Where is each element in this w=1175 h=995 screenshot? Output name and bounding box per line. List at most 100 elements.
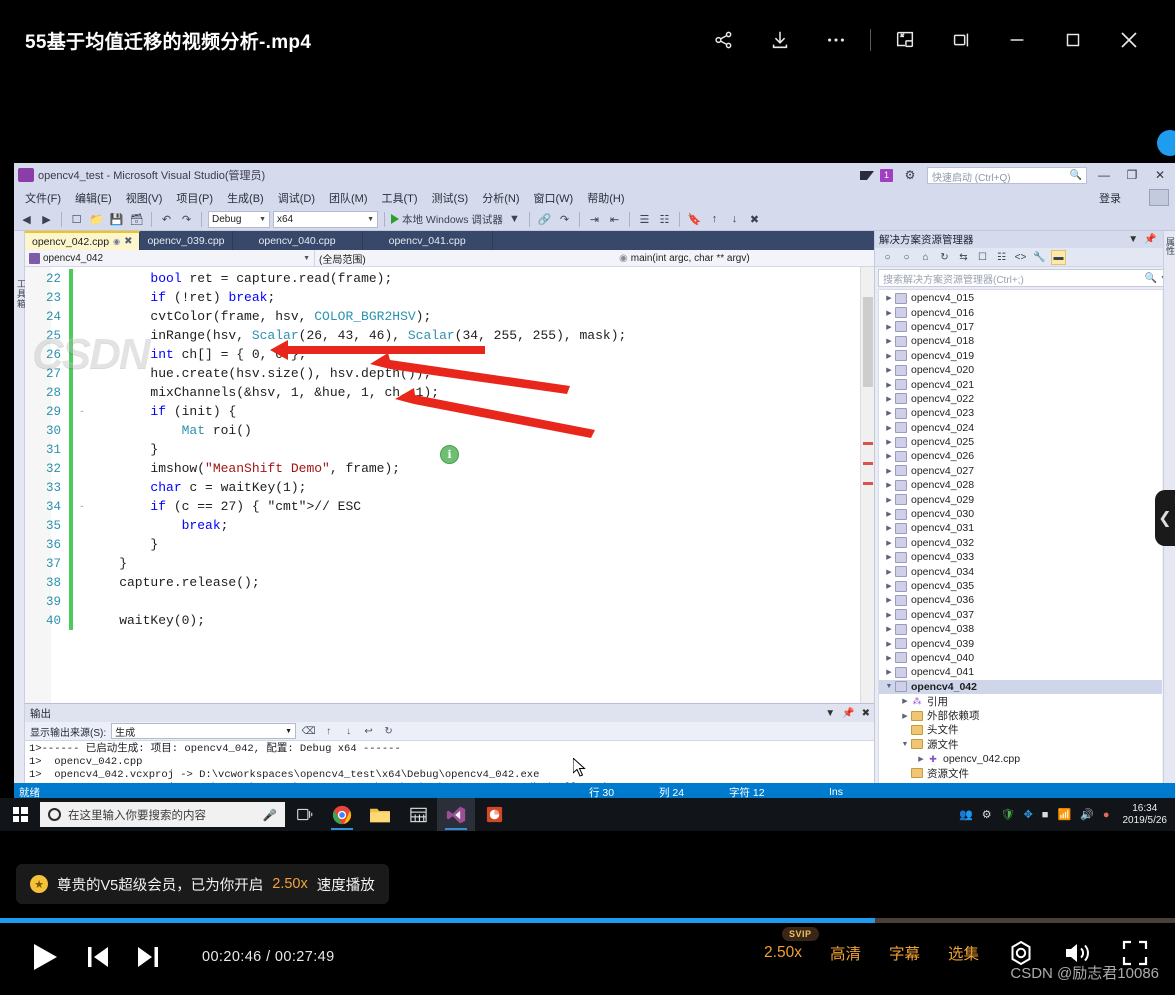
clear-bookmarks-icon[interactable]: ✖	[746, 211, 763, 228]
vs-close-button[interactable]: ✕	[1149, 166, 1171, 184]
quick-launch-input[interactable]: 快速启动 (Ctrl+Q) 🔍	[927, 166, 1087, 184]
code-line[interactable]: 37 }	[25, 554, 874, 573]
solution-tree-item[interactable]: ▶ opencv4_022	[879, 392, 1171, 406]
debug-target-chevron-icon[interactable]: ▼	[506, 211, 523, 228]
solution-tree-item[interactable]: ▶ opencv4_041	[879, 665, 1171, 679]
solution-tree-item[interactable]: ▶ opencv4_019	[879, 349, 1171, 363]
solution-tree-item[interactable]: ▶ opencv4_040	[879, 651, 1171, 665]
output-dropdown-icon[interactable]: ▼	[825, 708, 835, 719]
minimize-icon[interactable]	[989, 16, 1045, 64]
solution-tree-item[interactable]: ▶ opencv4_032	[879, 536, 1171, 550]
undo-icon[interactable]: ↶	[158, 211, 175, 228]
se-pin-icon[interactable]: 📌	[1144, 234, 1156, 245]
editor-tab-opencv-040[interactable]: opencv_040.cpp	[232, 231, 363, 250]
share-icon[interactable]	[696, 16, 752, 64]
more-options-icon[interactable]	[808, 16, 864, 64]
code-line[interactable]: 36 }	[25, 535, 874, 554]
account-avatar[interactable]	[1149, 189, 1169, 206]
back-navigate-icon[interactable]: ◀	[18, 211, 35, 228]
play-button[interactable]	[30, 941, 60, 973]
tree-expand-arrow[interactable]: ▶	[883, 409, 895, 417]
file-explorer-icon[interactable]	[361, 798, 399, 831]
subtitle-button[interactable]: 字幕	[889, 942, 920, 964]
menu-item-window[interactable]: 窗口(W)	[527, 188, 581, 208]
tree-expand-arrow[interactable]: ▶	[883, 309, 895, 317]
code-line[interactable]: 25 inRange(hsv, Scalar(26, 43, 46), Scal…	[25, 326, 874, 345]
output-close-icon[interactable]: ✖	[862, 708, 870, 719]
playback-speed-button[interactable]: 2.50x SVIP	[764, 927, 819, 962]
solution-explorer-tree[interactable]: ▶ opencv4_015 ▶ opencv4_016 ▶ opencv4_017 ▶ ope…	[878, 289, 1172, 794]
step-over-icon[interactable]: ↷	[556, 211, 573, 228]
code-line[interactable]: 28 mixChannels(&hsv, 1, &hue, 1, ch, 1);	[25, 383, 874, 402]
visual-studio-icon[interactable]	[437, 798, 475, 831]
uncomment-icon[interactable]: ☷	[656, 211, 673, 228]
sidebar-toggle-icon[interactable]	[933, 16, 989, 64]
tree-expand-arrow[interactable]: ▶	[883, 510, 895, 518]
solution-tree-item[interactable]: ▶ opencv4_016	[879, 305, 1171, 319]
feedback-icon[interactable]: ⚙	[899, 166, 921, 184]
toolbox-rail[interactable]: 工具箱	[14, 231, 26, 791]
code-line[interactable]: 34 - if (c == 27) { "cmt">// ESC	[25, 497, 874, 516]
se-collapse-all-icon[interactable]: ☐	[975, 250, 990, 265]
indent-icon[interactable]: ⇥	[586, 211, 603, 228]
menu-item-debug[interactable]: 调试(D)	[271, 188, 322, 208]
solution-tree-item[interactable]: ▶ opencv4_023	[879, 406, 1171, 420]
tree-expand-arrow[interactable]: ▶	[883, 452, 895, 460]
code-line[interactable]: 30 Mat roi()	[25, 421, 874, 440]
se-code-view-icon[interactable]: <>	[1013, 250, 1028, 265]
notification-badge[interactable]: 1	[880, 168, 893, 182]
se-sync-icon[interactable]: ⇆	[956, 250, 971, 265]
powerpoint-icon[interactable]	[475, 798, 513, 831]
solution-tree-item[interactable]: ▼ 源文件	[879, 737, 1171, 751]
se-refresh-icon[interactable]: ↻	[937, 250, 952, 265]
taskbar-search-input[interactable]: 在这里输入你要搜索的内容 🎤	[40, 802, 285, 827]
close-icon[interactable]	[1101, 16, 1157, 64]
microphone-icon[interactable]: 🎤	[263, 808, 277, 822]
code-line[interactable]: 22 bool ret = capture.read(frame);	[25, 269, 874, 288]
code-line[interactable]: 24 cvtColor(frame, hsv, COLOR_BGR2HSV);	[25, 307, 874, 326]
menu-item-file[interactable]: 文件(F)	[18, 188, 68, 208]
menu-item-build[interactable]: 生成(B)	[220, 188, 271, 208]
output-goto-prev-icon[interactable]: ↑	[321, 724, 336, 739]
tree-expand-arrow[interactable]: ▶	[899, 712, 911, 720]
playlist-button[interactable]: 选集	[948, 942, 979, 964]
solution-tree-item[interactable]: ▶ opencv4_029	[879, 492, 1171, 506]
open-file-icon[interactable]: 📁	[88, 211, 105, 228]
code-line[interactable]: 29 - if (init) {	[25, 402, 874, 421]
fold-toggle[interactable]: -	[76, 407, 88, 417]
se-show-all-files-icon[interactable]: ☷	[994, 250, 1009, 265]
solution-tree-item[interactable]: ▶ opencv4_033	[879, 550, 1171, 564]
intellisense-lightbulb-icon[interactable]: ℹ	[440, 445, 459, 464]
tree-expand-arrow[interactable]: ▶	[883, 668, 895, 676]
tree-expand-arrow[interactable]: ▶	[883, 366, 895, 374]
tree-expand-arrow[interactable]: ▶	[883, 654, 895, 662]
calendar-icon[interactable]	[399, 798, 437, 831]
menu-item-project[interactable]: 项目(P)	[169, 188, 220, 208]
tree-expand-arrow[interactable]: ▶	[883, 640, 895, 648]
tree-expand-arrow[interactable]: ▶	[883, 424, 895, 432]
picture-in-picture-icon[interactable]	[877, 16, 933, 64]
outdent-icon[interactable]: ⇤	[606, 211, 623, 228]
solution-tree-item[interactable]: ▶ opencv4_037	[879, 608, 1171, 622]
tray-shield-icon[interactable]: 🛡	[1001, 808, 1015, 821]
tree-expand-arrow[interactable]: ▶	[883, 395, 895, 403]
tree-expand-arrow[interactable]: ▶	[883, 596, 895, 604]
output-pin-icon[interactable]: 📌	[842, 708, 854, 719]
solution-tree-item[interactable]: ▶ opencv4_024	[879, 421, 1171, 435]
build-platform-select[interactable]: x64 ▼	[273, 210, 378, 228]
start-button[interactable]	[0, 807, 40, 822]
tray-bluetooth-icon[interactable]: ✥	[1024, 808, 1033, 821]
solution-tree-item[interactable]: ▶ opencv4_038	[879, 622, 1171, 636]
solution-tree-item[interactable]: ▶ opencv4_030	[879, 507, 1171, 521]
output-goto-next-icon[interactable]: ↓	[341, 724, 356, 739]
code-line[interactable]: 38 capture.release();	[25, 573, 874, 592]
solution-tree-item[interactable]: ▶ opencv4_027	[879, 464, 1171, 478]
tray-wifi-icon[interactable]: 📶	[1057, 808, 1071, 821]
next-button[interactable]	[136, 944, 160, 970]
solution-tree-item[interactable]: ▼ opencv4_042	[879, 679, 1171, 694]
menu-item-test[interactable]: 测试(S)	[425, 188, 476, 208]
tray-input-method-icon[interactable]: ●	[1103, 809, 1110, 821]
tree-expand-arrow[interactable]: ▶	[883, 337, 895, 345]
menu-item-view[interactable]: 视图(V)	[119, 188, 170, 208]
tab-close-icon[interactable]: ✖	[124, 236, 132, 247]
